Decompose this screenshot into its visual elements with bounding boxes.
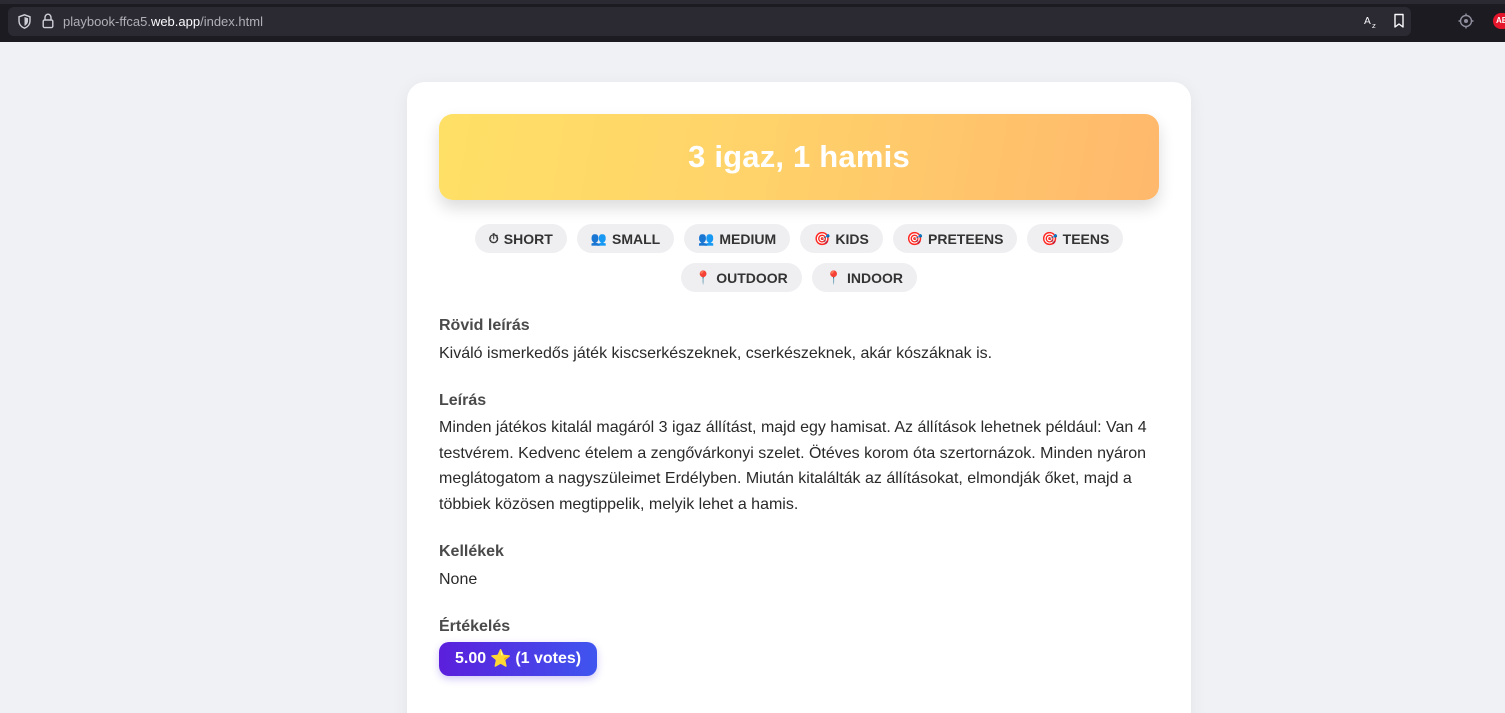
- tab-strip: [0, 0, 1505, 4]
- tag-kids[interactable]: 🎯 KIDS: [800, 224, 883, 253]
- tag-label: SMALL: [611, 230, 661, 247]
- stopwatch-icon: ⏱: [488, 231, 499, 246]
- rating-heading: Értékelés: [439, 618, 511, 635]
- people-icon: 👥: [698, 231, 715, 246]
- rating-badge[interactable]: 5.00 ⭐ (1 votes): [439, 642, 598, 676]
- description-heading: Leírás: [439, 392, 487, 409]
- rating-votes: (1 votes): [515, 650, 582, 667]
- url-text[interactable]: playbook-ffca5.web.app/index.html: [63, 13, 263, 30]
- tag-label: KIDS: [835, 230, 869, 247]
- game-card: 3 igaz, 1 hamis ⏱ SHORT 👥 SMALL 👥 MEDIUM 🎯 K…: [407, 82, 1191, 713]
- rating-score: 5.00: [455, 650, 487, 667]
- tag-preteens[interactable]: 🎯 PRETEENS: [892, 224, 1018, 253]
- target-icon: 🎯: [814, 231, 831, 246]
- browser-toolbar: playbook-ffca5.web.app/index.html A z AB: [0, 0, 1505, 42]
- adblock-icon[interactable]: AB: [1493, 13, 1505, 29]
- tag-label: PRETEENS: [928, 230, 1004, 247]
- description-text: Minden játékos kitalál magáról 3 igaz ál…: [439, 419, 1147, 513]
- short-description-heading: Rövid leírás: [439, 317, 530, 334]
- tag-small[interactable]: 👥 SMALL: [576, 224, 675, 253]
- title-banner: 3 igaz, 1 hamis: [439, 114, 1159, 200]
- svg-text:z: z: [1372, 22, 1376, 29]
- lock-icon[interactable]: [42, 13, 54, 29]
- shield-icon[interactable]: [18, 14, 31, 29]
- extension-icon[interactable]: [1458, 13, 1474, 29]
- translate-icon[interactable]: A z: [1364, 13, 1380, 29]
- target-icon: 🎯: [1041, 231, 1058, 246]
- address-bar[interactable]: playbook-ffca5.web.app/index.html A z: [8, 7, 1411, 36]
- equipment-heading: Kellékek: [439, 543, 504, 560]
- tag-outdoor[interactable]: 📍 OUTDOOR: [681, 263, 802, 292]
- tag-label: INDOOR: [846, 269, 903, 286]
- short-description-text: Kiváló ismerkedős játék kiscserkészeknek…: [439, 345, 993, 362]
- game-title: 3 igaz, 1 hamis: [688, 139, 910, 174]
- url-host: web.app: [150, 14, 201, 29]
- svg-text:A: A: [1364, 16, 1371, 27]
- equipment-text: None: [439, 571, 478, 588]
- pin-icon: 📍: [695, 270, 712, 285]
- tag-label: MEDIUM: [719, 230, 777, 247]
- url-prefix: playbook-ffca5.: [63, 14, 151, 29]
- target-icon: 🎯: [906, 231, 923, 246]
- tag-label: TEENS: [1062, 230, 1110, 247]
- star-icon: ⭐: [490, 649, 512, 668]
- tag-short[interactable]: ⏱ SHORT: [474, 224, 567, 253]
- bookmark-icon[interactable]: [1392, 13, 1406, 29]
- url-path: /index.html: [200, 14, 263, 29]
- tag-indoor[interactable]: 📍 INDOOR: [811, 263, 917, 292]
- tag-label: OUTDOOR: [716, 269, 788, 286]
- tag-label: SHORT: [503, 230, 553, 247]
- pin-icon: 📍: [825, 270, 842, 285]
- people-icon: 👥: [590, 231, 607, 246]
- tag-medium[interactable]: 👥 MEDIUM: [684, 224, 791, 253]
- tag-list: ⏱ SHORT 👥 SMALL 👥 MEDIUM 🎯 KIDS 🎯 PRETEENS 🎯 T…: [439, 224, 1159, 292]
- tag-teens[interactable]: 🎯 TEENS: [1027, 224, 1124, 253]
